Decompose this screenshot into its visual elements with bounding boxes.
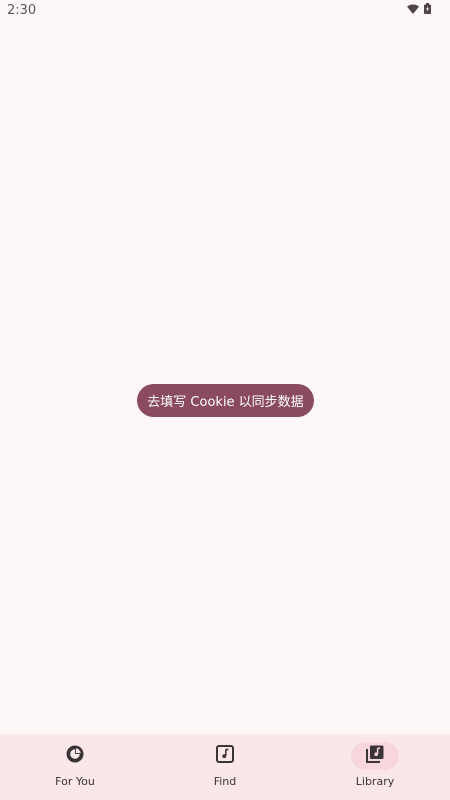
library-music-icon [366, 745, 384, 768]
status-time: 2:30 [7, 3, 37, 18]
battery-icon [424, 3, 431, 14]
music-note-icon [216, 744, 234, 768]
nav-active-indicator [351, 742, 399, 770]
nav-label-find: Find [213, 775, 237, 788]
main-content [0, 22, 450, 734]
bottom-navigation: For You Find Library [0, 734, 450, 800]
for-you-icon [66, 745, 84, 768]
nav-icon-container [51, 742, 99, 770]
nav-label-for-you: For You [55, 775, 95, 788]
wifi-icon [407, 3, 419, 14]
status-bar: 2:30 [0, 0, 450, 22]
toast-message: 去填写 Cookie 以同步数据 [137, 384, 314, 417]
status-icons [407, 3, 431, 14]
nav-item-find[interactable]: Find [150, 734, 300, 800]
nav-label-library: Library [355, 775, 395, 788]
nav-item-for-you[interactable]: For You [0, 734, 150, 800]
nav-icon-container [201, 742, 249, 770]
nav-item-library[interactable]: Library [300, 734, 450, 800]
